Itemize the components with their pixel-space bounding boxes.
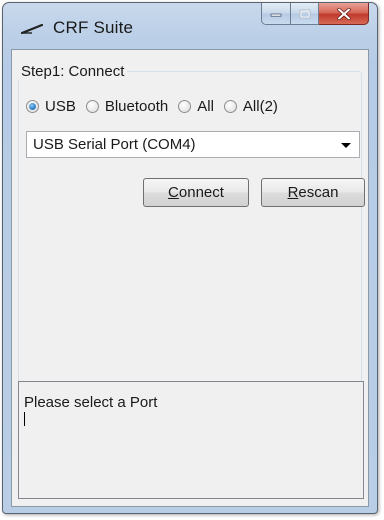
- step1-groupbox: [18, 71, 362, 390]
- chevron-down-icon[interactable]: [341, 143, 351, 148]
- radio-all[interactable]: All: [178, 98, 214, 115]
- close-icon: [336, 7, 351, 20]
- radio-button-icon[interactable]: [85, 100, 99, 113]
- minimize-icon: [270, 13, 282, 17]
- connection-type-radio-group: USB Bluetooth All All(2): [26, 98, 288, 115]
- window-title: CRF Suite: [53, 18, 134, 37]
- radio-usb-label: USB: [45, 98, 76, 115]
- radio-button-icon[interactable]: [223, 100, 237, 113]
- step1-legend: Step1: Connect: [18, 63, 128, 80]
- caption-buttons: [261, 3, 369, 27]
- radio-usb[interactable]: USB: [26, 98, 76, 115]
- radio-button-checked-icon[interactable]: [26, 100, 39, 113]
- radio-bluetooth-label: Bluetooth: [104, 98, 169, 115]
- text-caret: [24, 412, 25, 426]
- radio-button-icon[interactable]: [178, 100, 192, 113]
- app-icon: [21, 24, 43, 34]
- close-button[interactable]: [319, 3, 369, 25]
- log-output-textarea[interactable]: Please select a Port: [18, 381, 364, 499]
- crf-suite-window: CRF Suite Step1: Connect USB Bluetooth A…: [2, 2, 378, 514]
- connect-label-rest: onnect: [178, 184, 224, 201]
- title-bar[interactable]: CRF Suite: [3, 3, 377, 49]
- port-select-value: USB Serial Port (COM4): [33, 136, 196, 153]
- port-select[interactable]: USB Serial Port (COM4): [26, 131, 360, 158]
- maximize-button[interactable]: [291, 3, 319, 25]
- client-area: Step1: Connect USB Bluetooth All All(2) …: [11, 49, 369, 507]
- rescan-mnemonic: R: [287, 184, 299, 201]
- radio-all2-label: All(2): [242, 98, 278, 115]
- radio-all2[interactable]: All(2): [223, 98, 278, 115]
- rescan-button[interactable]: Rescan: [261, 178, 365, 207]
- maximize-icon: [299, 9, 310, 18]
- radio-bluetooth[interactable]: Bluetooth: [85, 98, 169, 115]
- radio-all-label: All: [197, 98, 214, 115]
- connect-mnemonic: C: [168, 184, 179, 201]
- rescan-label-rest: escan: [298, 184, 339, 201]
- minimize-button[interactable]: [261, 3, 291, 25]
- connect-button[interactable]: Connect: [143, 178, 249, 207]
- log-message: Please select a Port: [24, 394, 158, 411]
